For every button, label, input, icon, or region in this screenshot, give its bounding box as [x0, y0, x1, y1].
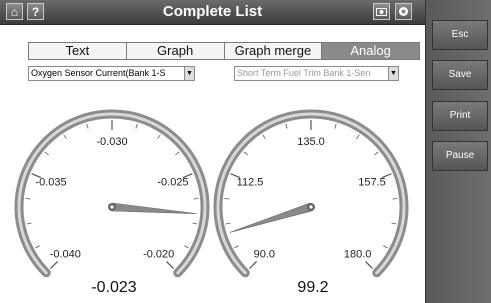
- minor-tick: [157, 134, 161, 140]
- tick-label: 157.5: [358, 177, 386, 189]
- minor-tick: [383, 245, 388, 249]
- minor-tick: [243, 151, 248, 156]
- minor-tick: [225, 222, 231, 225]
- tick-label: -0.030: [96, 136, 127, 148]
- major-tick: [50, 261, 58, 269]
- left-parameter-value: Oxygen Sensor Current(Bank 1-S: [31, 68, 166, 78]
- minor-tick: [184, 245, 189, 249]
- tick-label: -0.025: [157, 177, 188, 189]
- minor-tick: [175, 151, 180, 156]
- minor-tick: [356, 134, 360, 140]
- gauge-needle: [111, 202, 197, 214]
- right-parameter-select[interactable]: Short Term Fuel Trim Bank 1-Sen ▼: [234, 66, 399, 81]
- record-icon[interactable]: [395, 3, 412, 20]
- analog-gauges: -0.040 -0.035 -0.030 -0.025 -0.020 -0.023 90.0…: [14, 109, 409, 296]
- tick-label: 112.5: [237, 177, 264, 189]
- minor-tick: [334, 123, 337, 129]
- side-panel: Esc Save Print Pause: [425, 0, 491, 303]
- right-parameter-value: Short Term Fuel Trim Bank 1-Sen: [237, 68, 371, 78]
- page-title: Complete List: [162, 3, 263, 20]
- major-tick: [365, 261, 373, 269]
- minor-tick: [135, 123, 138, 129]
- major-tick: [166, 261, 174, 269]
- print-button[interactable]: Print: [432, 101, 488, 131]
- minor-tick: [26, 222, 32, 225]
- major-tick: [249, 261, 257, 269]
- tick-label: -0.020: [143, 249, 174, 261]
- tick-label: -0.035: [35, 177, 66, 189]
- minor-tick: [192, 222, 198, 225]
- minor-tick: [391, 222, 397, 225]
- tab-graph[interactable]: Graph: [127, 43, 225, 59]
- chevron-down-icon[interactable]: ▼: [388, 67, 398, 80]
- left-parameter-select[interactable]: Oxygen Sensor Current(Bank 1-S ▼: [28, 66, 195, 81]
- needle-hub-center: [110, 205, 114, 209]
- title-bar: ⌂ ? Complete List: [0, 0, 425, 25]
- tab-graph-merge[interactable]: Graph merge: [225, 43, 323, 59]
- oxygen-sensor-gauge: -0.040 -0.035 -0.030 -0.025 -0.020 -0.023: [14, 109, 210, 296]
- save-button[interactable]: Save: [432, 60, 488, 90]
- pause-button[interactable]: Pause: [432, 141, 488, 171]
- esc-button[interactable]: Esc: [432, 20, 488, 50]
- minor-tick: [86, 123, 89, 129]
- gauge-needle: [229, 202, 313, 233]
- camera-icon[interactable]: [373, 3, 390, 20]
- minor-tick: [35, 245, 40, 249]
- chevron-down-icon[interactable]: ▼: [184, 67, 194, 80]
- gauge-readout: -0.023: [91, 279, 136, 296]
- minor-tick: [285, 123, 288, 129]
- tick-label: 135.0: [297, 136, 325, 148]
- needle-hub-center: [309, 205, 313, 209]
- tab-text[interactable]: Text: [29, 43, 127, 59]
- minor-tick: [44, 151, 49, 156]
- tab-analog[interactable]: Analog: [322, 43, 419, 59]
- view-tabs: Text Graph Graph merge Analog: [28, 42, 420, 60]
- minor-tick: [234, 245, 239, 249]
- tick-label: -0.040: [50, 249, 81, 261]
- minor-tick: [262, 134, 266, 140]
- tick-label: 90.0: [254, 249, 275, 261]
- tick-label: 180.0: [344, 249, 372, 261]
- minor-tick: [63, 134, 67, 140]
- minor-tick: [374, 151, 379, 156]
- gauge-readout: 99.2: [297, 279, 328, 296]
- fuel-trim-gauge: 90.0 112.5 135.0 157.5 180.0 99.2: [213, 109, 409, 296]
